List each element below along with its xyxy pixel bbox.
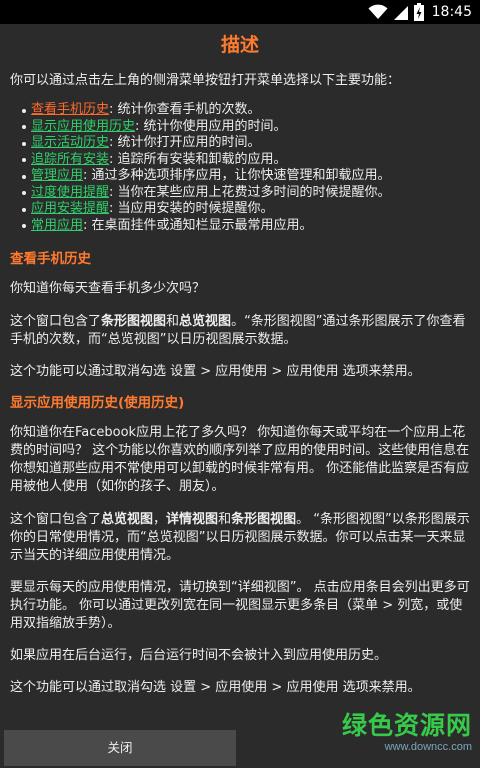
- dialog-title: 描述: [220, 35, 259, 56]
- watermark-url: www.downcc.com: [384, 741, 472, 753]
- feature-item: 常用应用: 在桌面挂件或通知栏显示最常用应用。: [22, 218, 470, 235]
- feature-link-track-installs[interactable]: 追踪所有安装: [31, 152, 109, 167]
- feature-item: 应用安装提醒: 当应用安装的时候提醒你。: [22, 201, 470, 218]
- feature-link-overuse-reminder[interactable]: 过度使用提醒: [31, 185, 109, 200]
- section1-paragraph: 这个功能可以通过取消勾选 设置 > 应用使用 > 应用使用 选项来禁用。: [10, 364, 421, 379]
- section2-paragraph: 如果应用在后台运行，后台运行时间不会被计入到应用使用历史。: [10, 648, 388, 663]
- watermark-text: 绿色资源网: [341, 711, 472, 740]
- feature-link-install-reminder[interactable]: 应用安装提醒: [31, 201, 109, 216]
- signal-icon: [393, 6, 408, 20]
- description-dialog[interactable]: 描述 你可以通过点击左上角的侧滑菜单按钮打开菜单选择以下主要功能： 查看手机历史…: [0, 24, 480, 730]
- feature-item: 显示活动历史: 统计你打开应用的时间。: [22, 135, 470, 152]
- feature-item: 显示应用使用历史: 统计你使用应用的时间。: [22, 119, 470, 136]
- feature-link-activity-history[interactable]: 显示活动历史: [31, 135, 109, 150]
- feature-item: 管理应用: 通过多种选项排序应用，让你快速管理和卸载应用。: [22, 168, 470, 185]
- feature-desc: : 统计你打开应用的时间。: [109, 135, 261, 150]
- status-bar: 18:45: [0, 0, 480, 24]
- status-icons: 18:45: [368, 3, 472, 21]
- feature-item: 过度使用提醒: 当你在某些应用上花费过多时间的时候提醒你。: [22, 185, 470, 202]
- wifi-icon: [368, 4, 388, 19]
- feature-item: 追踪所有安装: 追踪所有安装和卸载的应用。: [22, 152, 470, 169]
- feature-desc: : 统计你使用应用的时间。: [135, 118, 287, 134]
- status-time: 18:45: [431, 4, 472, 20]
- section2-paragraph: 这个功能可以通过取消勾选 设置 > 应用使用 > 应用使用 选项来禁用。: [10, 680, 421, 695]
- feature-link-frequent-apps[interactable]: 常用应用: [31, 218, 83, 233]
- feature-desc: : 追踪所有安装和卸载的应用。: [109, 151, 287, 167]
- feature-link-phone-history[interactable]: 查看手机历史: [31, 102, 109, 117]
- section2-paragraph: 这个窗口包含了总览视图，详情视图和条形图视图。 “条形图视图”以条形图展示你的日…: [10, 512, 470, 563]
- watermark-logo: 绿色资源网 www.downcc.com: [342, 712, 472, 754]
- feature-desc: : 通过多种选项排序应用，让你快速管理和卸载应用。: [83, 168, 391, 183]
- section2-paragraph: 要显示每天的应用使用情况，请切换到“详细视图”。 点击应用条目会列出更多可执行功…: [10, 580, 470, 631]
- close-button[interactable]: 关闭: [4, 730, 236, 766]
- feature-desc: : 在桌面挂件或通知栏显示最常用应用。: [83, 217, 313, 233]
- feature-link-manage-apps[interactable]: 管理应用: [31, 168, 83, 183]
- battery-icon: [413, 3, 424, 21]
- feature-desc: : 当应用安装的时候提醒你。: [109, 201, 274, 216]
- feature-desc: : 统计你查看手机的次数。: [109, 102, 261, 117]
- section2-paragraph: 你知道你在Facebook应用上花了多久吗？ 你知道你每天或平均在一个应用上花费…: [10, 425, 470, 494]
- section-heading-phone-history: 查看手机历史: [10, 251, 91, 267]
- feature-desc: : 当你在某些应用上花费过多时间的时候提醒你。: [109, 184, 391, 200]
- intro-text: 你可以通过点击左上角的侧滑菜单按钮打开菜单选择以下主要功能：: [10, 73, 401, 88]
- section1-paragraph: 这个窗口包含了条形图视图和总览视图。“条形图视图”通过条形图展示了你查看手机的次…: [10, 314, 466, 347]
- section-heading-app-usage-history: 显示应用使用历史(使用历史): [10, 395, 185, 411]
- feature-item: 查看手机历史: 统计你查看手机的次数。: [22, 102, 470, 119]
- feature-list: 查看手机历史: 统计你查看手机的次数。 显示应用使用历史: 统计你使用应用的时间…: [22, 102, 470, 234]
- section1-paragraph: 你知道你每天查看手机多少次吗？: [10, 281, 206, 296]
- feature-link-app-usage-history[interactable]: 显示应用使用历史: [31, 119, 135, 134]
